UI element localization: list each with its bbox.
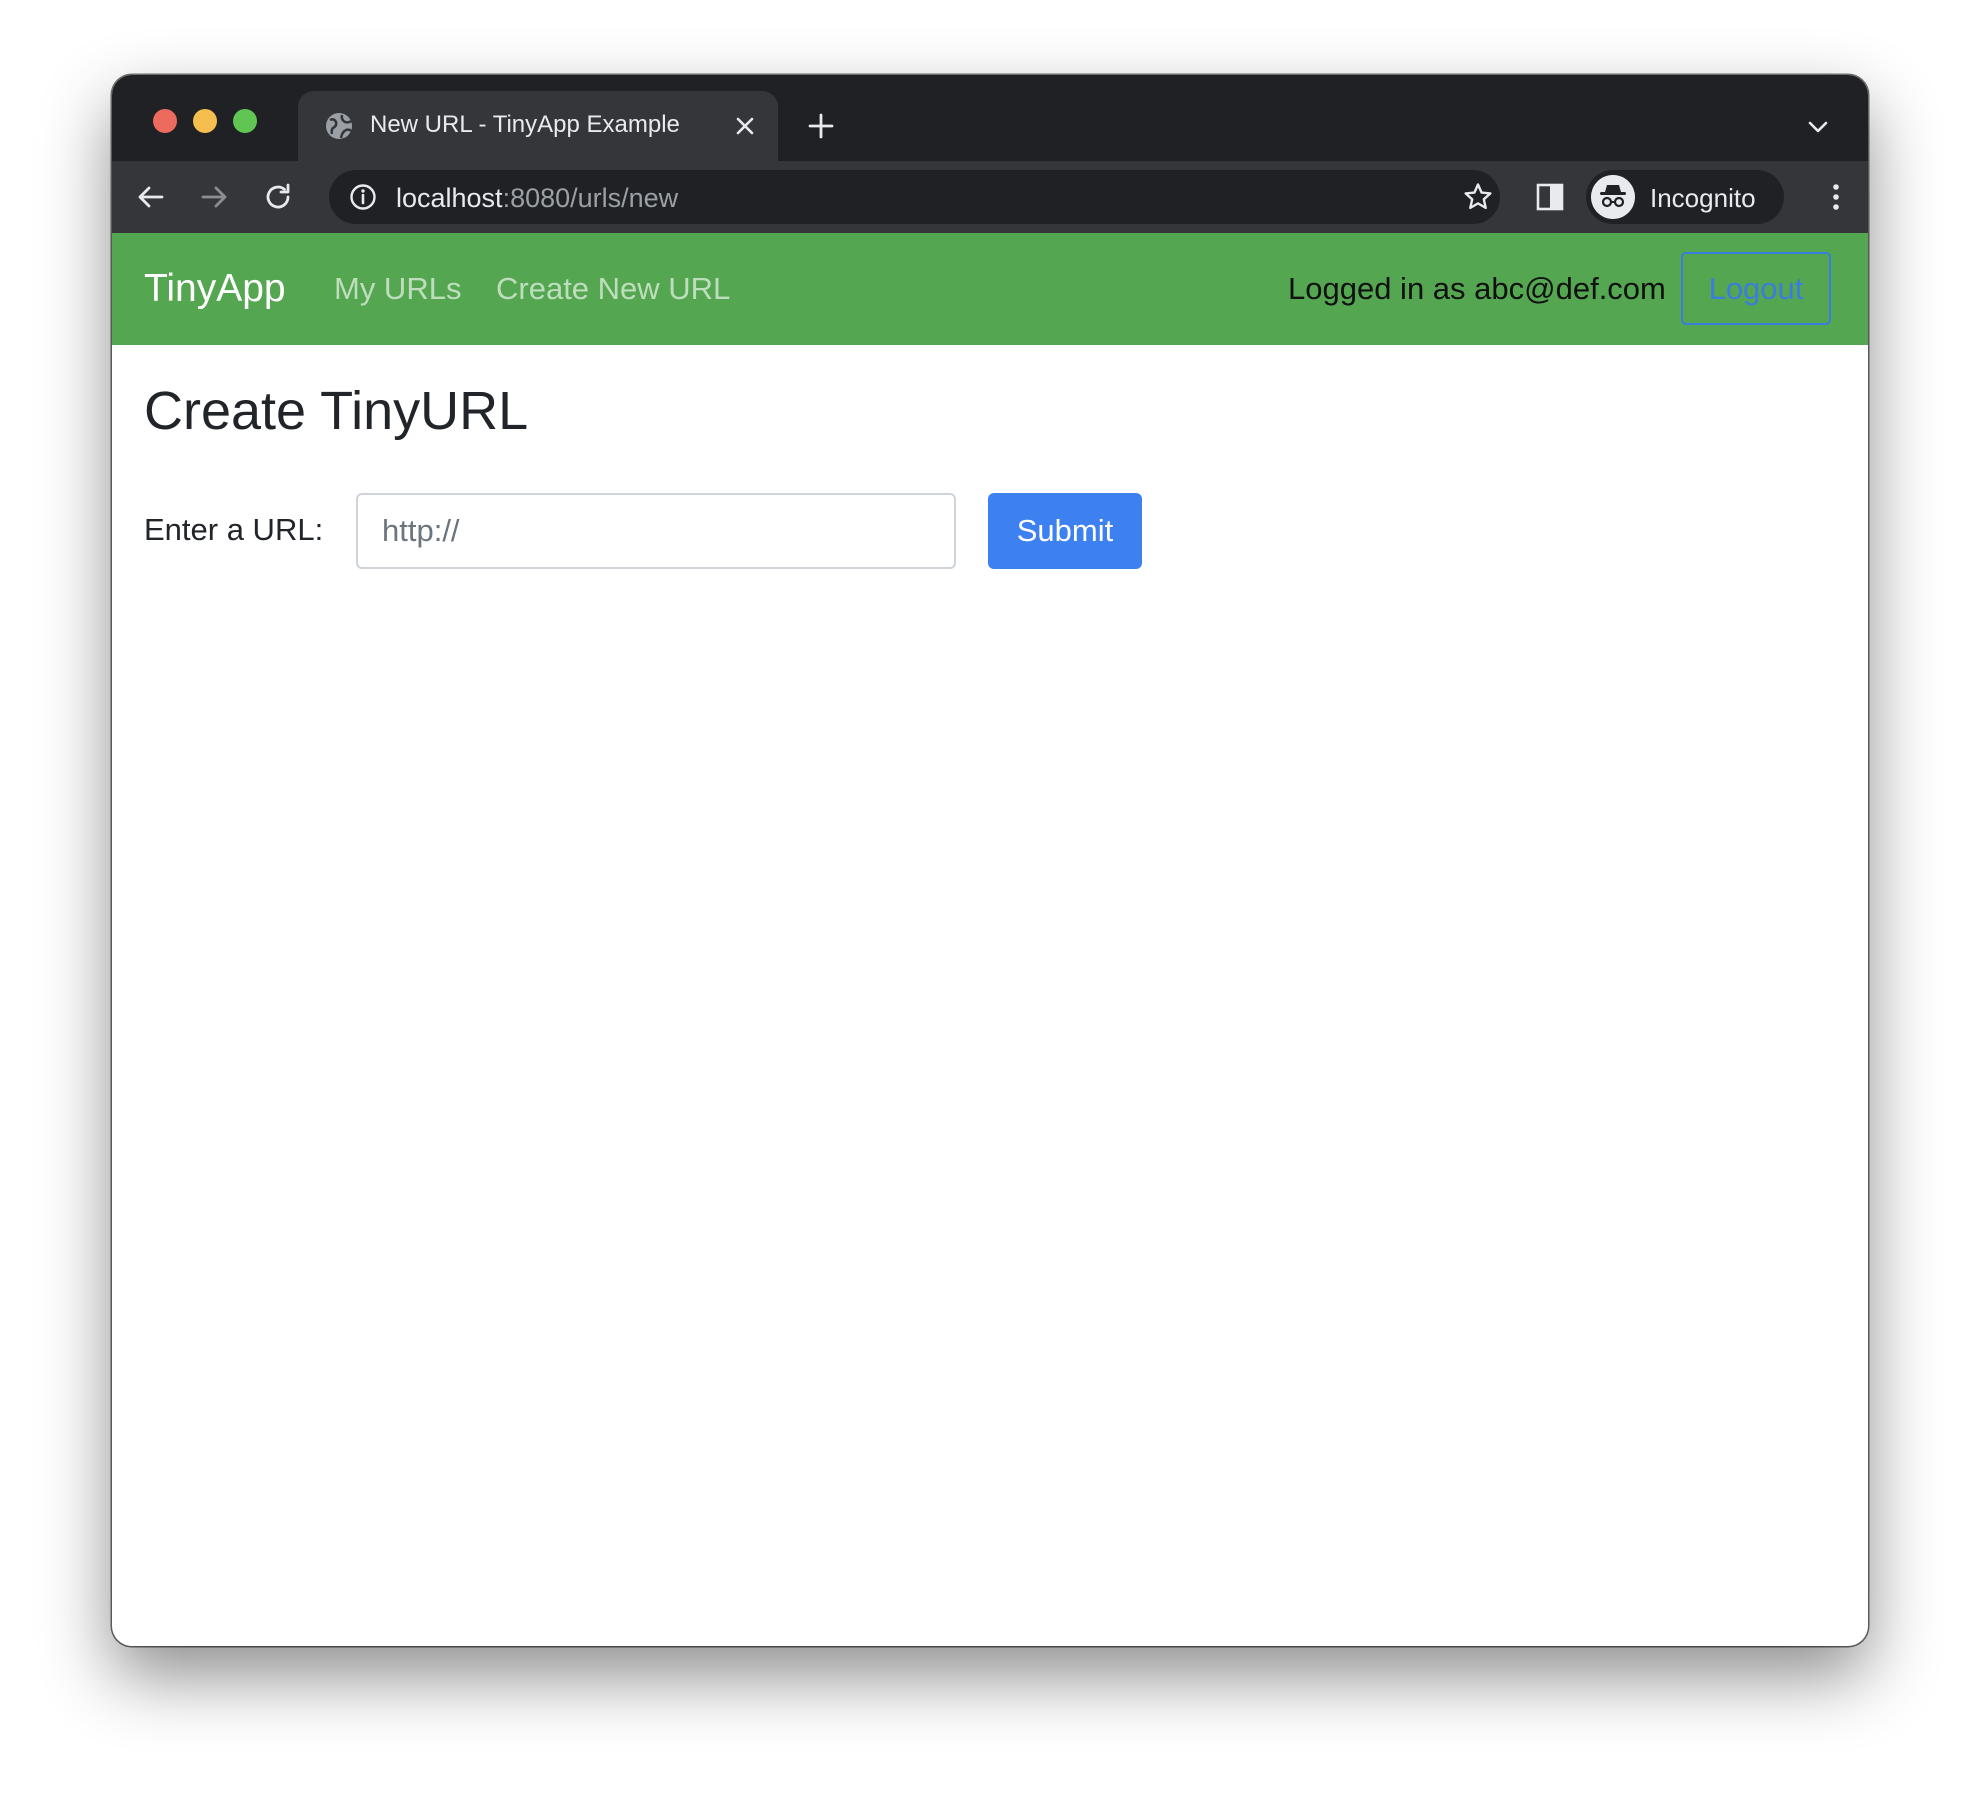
close-icon[interactable] bbox=[732, 113, 758, 139]
browser-toolbar: localhost:8080/urls/new Incognito bbox=[112, 161, 1868, 233]
info-icon[interactable] bbox=[349, 183, 377, 211]
chevron-down-icon[interactable] bbox=[1806, 117, 1830, 137]
minimize-window-button[interactable] bbox=[193, 109, 217, 133]
url-path: :8080/urls/new bbox=[502, 183, 679, 213]
incognito-label: Incognito bbox=[1650, 183, 1756, 213]
url-text: localhost:8080/urls/new bbox=[396, 183, 678, 214]
url-host: localhost bbox=[396, 183, 503, 213]
tab-title: New URL - TinyApp Example bbox=[370, 111, 680, 138]
close-window-button[interactable] bbox=[153, 109, 177, 133]
plus-icon[interactable] bbox=[806, 111, 836, 141]
browser-tab[interactable]: New URL - TinyApp Example bbox=[298, 91, 778, 161]
arrow-left-icon[interactable] bbox=[135, 181, 167, 213]
nav-link-create-new-url[interactable]: Create New URL bbox=[496, 271, 730, 307]
arrow-right-icon[interactable] bbox=[198, 181, 230, 213]
address-bar[interactable]: localhost:8080/urls/new bbox=[329, 170, 1500, 224]
logout-button[interactable]: Logout bbox=[1681, 252, 1831, 325]
incognito-icon bbox=[1591, 175, 1635, 219]
browser-window: New URL - TinyApp Example localhost:8080… bbox=[112, 75, 1868, 1646]
url-field-label: Enter a URL: bbox=[144, 512, 324, 547]
page-title: Create TinyURL bbox=[144, 381, 529, 441]
nav-link-my-urls[interactable]: My URLs bbox=[334, 271, 461, 307]
url-input[interactable] bbox=[356, 493, 956, 569]
globe-icon bbox=[326, 113, 352, 139]
maximize-window-button[interactable] bbox=[233, 109, 257, 133]
submit-button[interactable]: Submit bbox=[988, 493, 1142, 569]
brand-link[interactable]: TinyApp bbox=[144, 267, 286, 311]
incognito-profile-button[interactable]: Incognito bbox=[1586, 170, 1784, 224]
side-panel-icon[interactable] bbox=[1534, 181, 1566, 213]
kebab-menu-icon[interactable] bbox=[1820, 181, 1852, 213]
logged-in-status: Logged in as abc@def.com bbox=[1288, 271, 1666, 306]
tab-strip: New URL - TinyApp Example bbox=[112, 75, 1868, 161]
app-navbar: TinyApp My URLs Create New URL Logged in… bbox=[112, 233, 1868, 345]
reload-icon[interactable] bbox=[262, 181, 294, 213]
star-icon[interactable] bbox=[1462, 181, 1494, 213]
